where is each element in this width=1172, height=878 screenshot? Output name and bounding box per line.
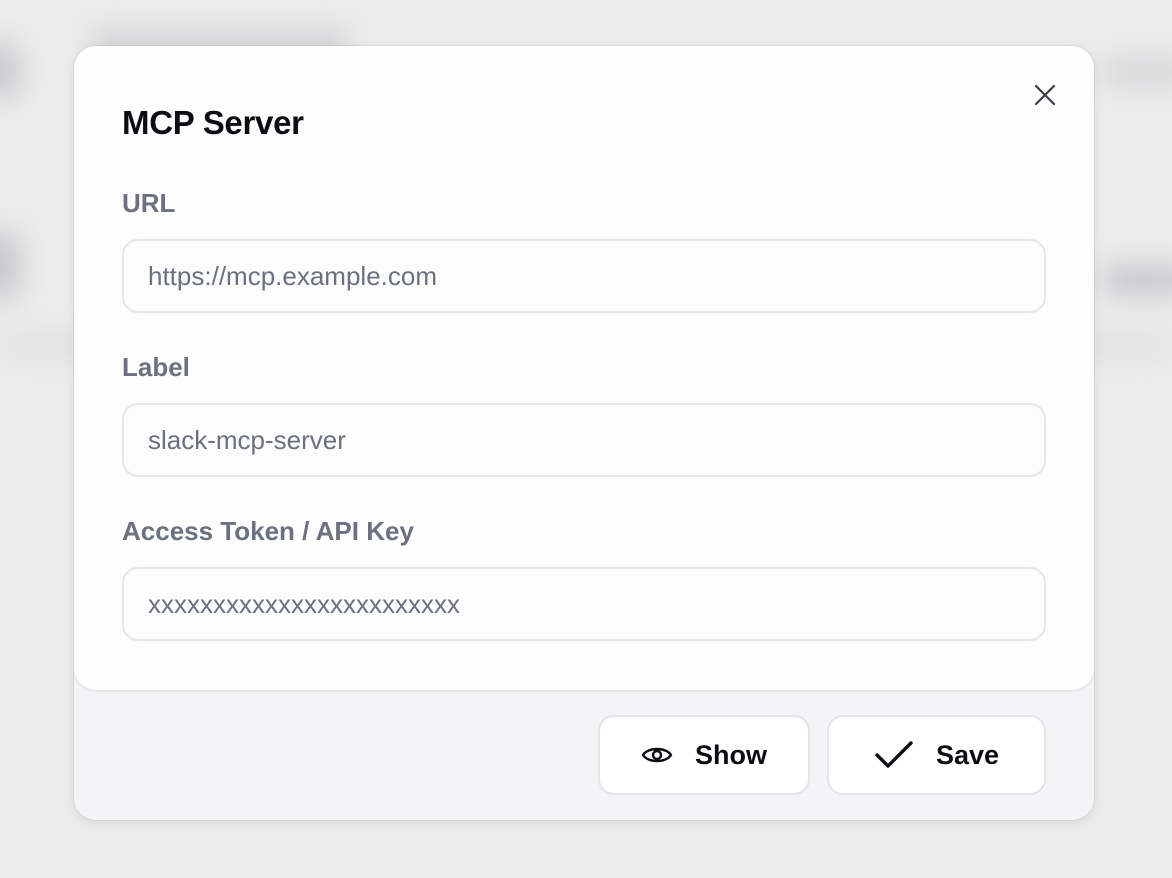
close-icon	[1034, 84, 1056, 106]
dialog-body: MCP Server URL Label Access Token / API …	[74, 46, 1094, 690]
close-button[interactable]	[1030, 80, 1060, 110]
url-input[interactable]	[122, 239, 1046, 313]
background-blur	[1100, 60, 1172, 84]
dialog-title: MCP Server	[122, 104, 304, 141]
mcp-server-dialog: MCP Server URL Label Access Token / API …	[74, 46, 1094, 820]
label-label: Label	[122, 352, 190, 382]
access-token-label: Access Token / API Key	[122, 516, 414, 546]
save-button[interactable]: Save	[827, 715, 1046, 795]
check-icon	[874, 740, 914, 770]
show-button-label: Show	[695, 739, 767, 770]
eye-icon	[641, 744, 673, 766]
background-blur	[1100, 265, 1172, 295]
access-token-input[interactable]	[122, 567, 1046, 641]
label-input[interactable]	[122, 403, 1046, 477]
save-button-label: Save	[935, 739, 1000, 770]
url-label: URL	[122, 188, 176, 218]
show-button[interactable]: Show	[598, 715, 810, 795]
background-blur	[0, 40, 20, 100]
background-blur	[0, 230, 20, 300]
